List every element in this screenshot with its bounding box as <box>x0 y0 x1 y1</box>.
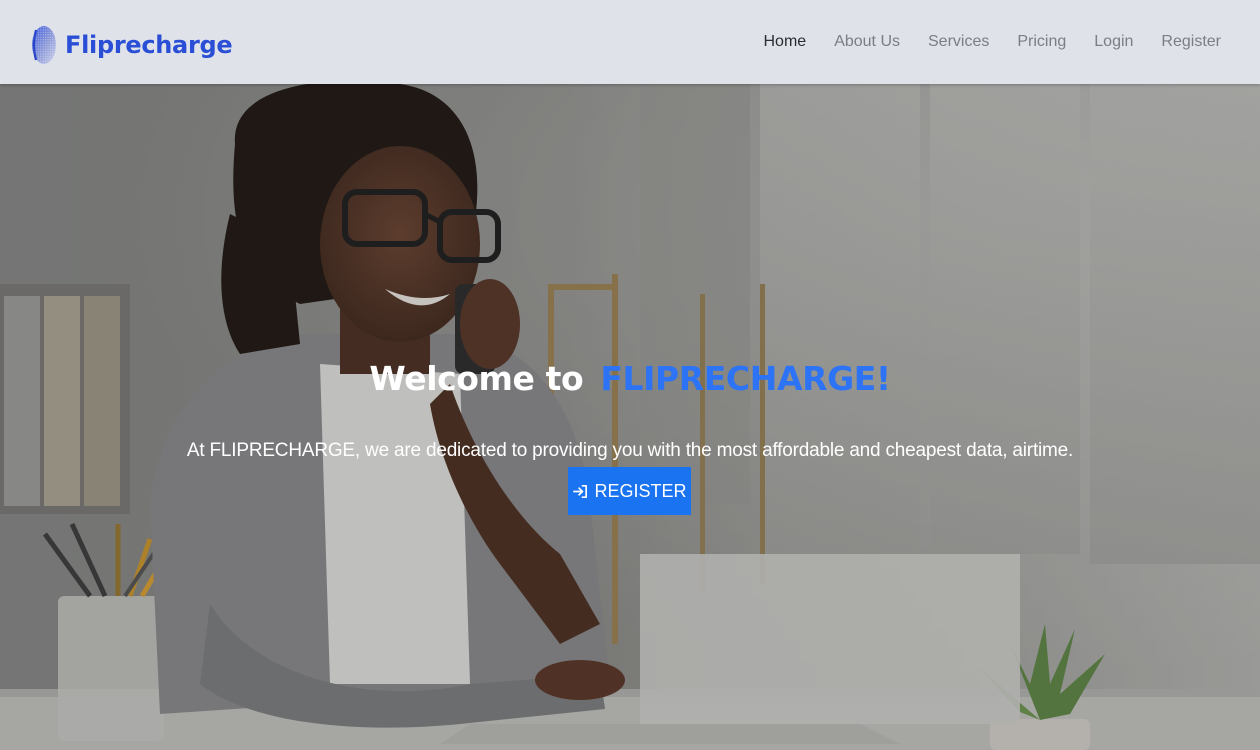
hero-subtitle: At FLIPRECHARGE, we are dedicated to pro… <box>186 440 1074 461</box>
navbar: Fliprecharge Home About Us Services Pric… <box>0 0 1260 84</box>
register-button[interactable]: REGISTER <box>568 467 691 515</box>
nav-menu: Home About Us Services Pricing Login Reg… <box>764 30 1222 54</box>
register-button-label: REGISTER <box>594 480 687 501</box>
hero-title-prefix: Welcome to <box>369 359 584 399</box>
nav-item-register[interactable]: Register <box>1161 30 1221 54</box>
brand-link[interactable]: Fliprecharge <box>30 24 233 66</box>
login-arrow-icon <box>573 484 588 498</box>
hero-title-accent: FLIPRECHARGE! <box>600 359 891 399</box>
page: Fliprecharge Home About Us Services Pric… <box>0 0 1260 750</box>
hero-overlay <box>0 84 1260 750</box>
nav-item-about-us[interactable]: About Us <box>834 30 900 54</box>
nav-item-services[interactable]: Services <box>928 30 989 54</box>
brand-name: Fliprecharge <box>65 31 233 59</box>
hero-title: Welcome to FLIPRECHARGE! <box>0 359 1260 398</box>
nav-item-home[interactable]: Home <box>764 30 807 54</box>
globe-sphere-icon <box>32 26 56 64</box>
nav-item-pricing[interactable]: Pricing <box>1017 30 1066 54</box>
nav-item-login[interactable]: Login <box>1094 30 1133 54</box>
hero-section: Welcome to FLIPRECHARGE! At FLIPRECHARGE… <box>0 84 1260 750</box>
